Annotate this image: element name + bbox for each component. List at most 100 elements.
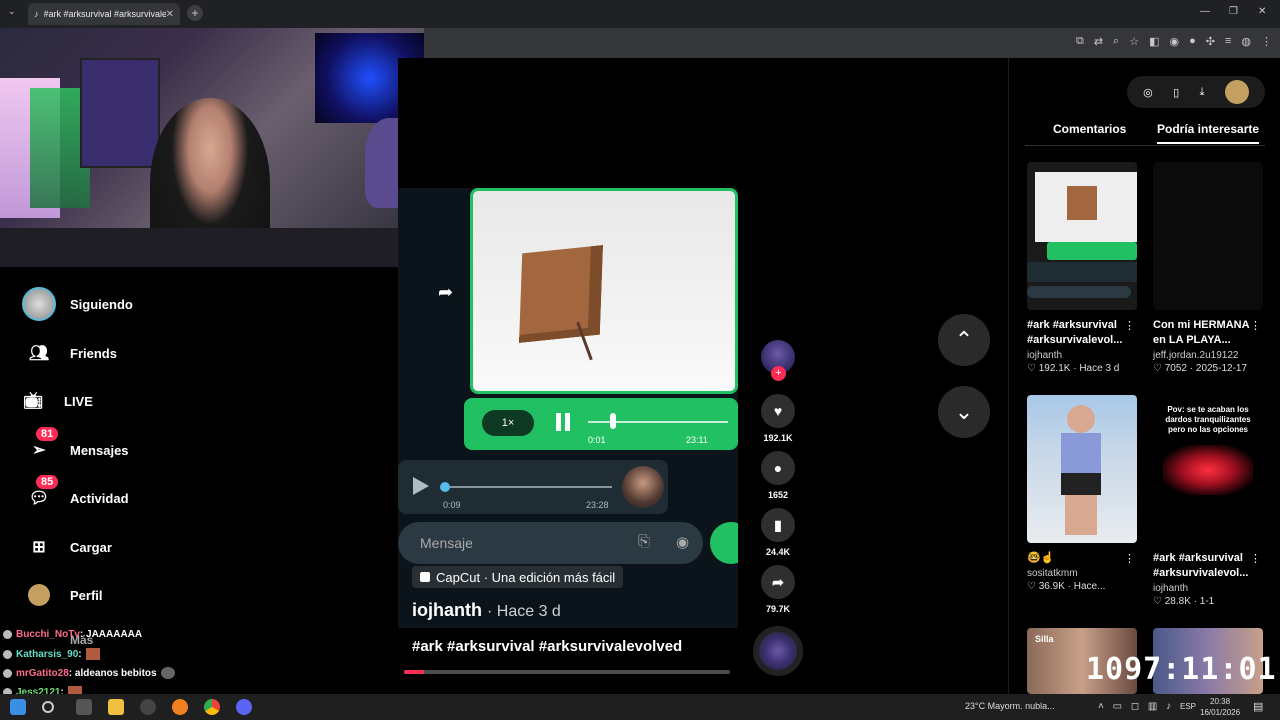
- cam-desk: [0, 228, 424, 267]
- download-icon[interactable]: ⤓: [1200, 86, 1205, 99]
- extension-icon[interactable]: ◉: [1169, 35, 1179, 48]
- chat-message: Bucchi_NoTv : JAAAAAAA: [3, 629, 142, 640]
- extensions-puzzle-icon[interactable]: ✣: [1206, 35, 1215, 48]
- taskbar-clock[interactable]: 20:38 16/01/2026: [1200, 696, 1240, 718]
- phone-icon[interactable]: ▯: [1173, 86, 1179, 99]
- tab-comentarios[interactable]: Comentarios: [1053, 122, 1126, 136]
- minimize-button[interactable]: —: [1200, 6, 1210, 17]
- chat-text: : aldeanos bebitos: [68, 667, 157, 679]
- span: [28, 584, 50, 606]
- discord-icon[interactable]: [236, 699, 252, 715]
- video-player[interactable]: ➦ 23:11 1× 0:01 23:11 0:09 23:28 Mensaje…: [398, 58, 738, 678]
- cam-poster: [80, 58, 160, 168]
- panel-tabs: Comentarios Podría interesarte: [1025, 118, 1265, 146]
- app-icon[interactable]: [140, 699, 156, 715]
- nav-item-friends[interactable]: 👥︎ Friends: [22, 336, 117, 370]
- browser-tab[interactable]: ♪ #ark #arksurvival #arksurvivalev ✕: [28, 3, 180, 25]
- card-more-icon[interactable]: ⋮: [1124, 552, 1135, 565]
- previous-video-button[interactable]: ⌃: [938, 314, 990, 366]
- recommended-card[interactable]: Con mi HERMANA en LA PLAYA... ⋮ jeff.jor…: [1153, 162, 1265, 374]
- nav-item-mensajes[interactable]: ➢ 81 Mensajes: [22, 427, 129, 467]
- save-count: 24.4K: [765, 547, 791, 557]
- comment-button[interactable]: ● 1652: [760, 451, 796, 500]
- card-meta: ♡ 28.8K · 1-1: [1153, 596, 1215, 607]
- nav-item-perfil[interactable]: Perfil: [22, 578, 103, 612]
- user-avatar[interactable]: [1224, 80, 1249, 104]
- explore-icon[interactable]: ◎: [1143, 86, 1153, 99]
- card-more-icon[interactable]: ⋮: [1124, 319, 1135, 332]
- card-title: #ark #arksurvival #arksurvivalevol...: [1027, 319, 1123, 346]
- tab-search-icon[interactable]: ⌄: [8, 6, 16, 17]
- extension-icon[interactable]: ◧: [1149, 35, 1159, 48]
- nav-item-cargar[interactable]: ⊞ Cargar: [22, 530, 112, 564]
- cardboard-box-image: [519, 245, 603, 343]
- div: [1065, 495, 1097, 535]
- like-button[interactable]: ♥ 192.1K: [760, 394, 796, 443]
- card-more-icon[interactable]: ⋮: [1250, 552, 1261, 565]
- notifications-icon[interactable]: ▤: [1253, 700, 1263, 713]
- save-button[interactable]: ▮ 24.4K: [760, 508, 796, 557]
- share-button[interactable]: ➦ 79.7K: [760, 565, 796, 614]
- video-author[interactable]: iojhanth · Hace 3 d: [412, 600, 561, 621]
- heart-icon: ♥: [761, 394, 795, 428]
- stream-chat-overlay: Bucchi_NoTv : JAAAAAAA Katharsis_90 : mr…: [0, 610, 240, 705]
- start-icon[interactable]: [10, 699, 26, 715]
- recommended-card[interactable]: Pov: se te acaban los dardos tranquiliza…: [1153, 395, 1265, 607]
- overwatch-icon[interactable]: [172, 699, 188, 715]
- card-user: iojhanth: [1153, 583, 1189, 594]
- search-icon[interactable]: [42, 701, 54, 713]
- recommended-card[interactable]: 🤓☝️ ⋮ sositatkmm ♡ 36.9K · Hace...: [1027, 395, 1139, 592]
- language-indicator[interactable]: ESP: [1180, 702, 1196, 711]
- voice-note-playing: 1× 0:01 23:11: [464, 398, 738, 450]
- chat-badge-icon: [3, 649, 12, 659]
- close-window-button[interactable]: ✕: [1258, 6, 1266, 17]
- zoom-icon[interactable]: ⌕: [1113, 35, 1119, 48]
- follow-plus-button[interactable]: +: [771, 366, 786, 381]
- translate-icon[interactable]: ⇄: [1094, 35, 1103, 48]
- task-view-icon[interactable]: [76, 699, 92, 715]
- tab-podria-interesarte[interactable]: Podría interesarte: [1157, 122, 1260, 144]
- extension-icon[interactable]: ●: [1189, 35, 1196, 48]
- system-tray-icons[interactable]: ˄ ▭ ◻ ▥ ♪: [1098, 701, 1174, 712]
- browser-menu-icon[interactable]: ⋮: [1261, 35, 1272, 48]
- chat-text: : JAAAAAAA: [79, 629, 143, 640]
- file-explorer-icon[interactable]: [108, 699, 124, 715]
- div: [1067, 405, 1095, 433]
- video-progress-bar[interactable]: [404, 670, 730, 674]
- card-thumbnail: Pov: se te acaban los dardos tranquiliza…: [1153, 395, 1263, 543]
- card-meta: ♡ 192.1K · Hace 3 d: [1027, 363, 1120, 374]
- maximize-button[interactable]: ❐: [1229, 6, 1238, 17]
- waveform: [588, 421, 728, 423]
- new-tab-button[interactable]: +: [187, 5, 203, 21]
- windows-taskbar: 23°C Mayorm. nubla... ˄ ▭ ◻ ▥ ♪ ESP 20:3…: [0, 694, 1280, 720]
- music-disc[interactable]: [753, 626, 803, 676]
- panel-toolbar: ◎ ▯ ⤓: [1127, 76, 1265, 108]
- reading-list-icon[interactable]: ≡: [1225, 35, 1231, 48]
- nav-item-actividad[interactable]: 💬︎ 85 Actividad: [22, 475, 129, 515]
- bookmark-star-icon[interactable]: ☆: [1129, 35, 1139, 48]
- browser-tabbar: ⌄ ♪ #ark #arksurvival #arksurvivalev ✕ +…: [0, 0, 1280, 28]
- weather-widget[interactable]: 23°C Mayorm. nubla...: [965, 701, 1055, 711]
- video-caption[interactable]: #ark #arksurvival #arksurvivalevolved: [412, 638, 682, 655]
- emote-icon: [160, 667, 175, 679]
- toolbar-icons: ⧉ ⇄ ⌕ ☆ ◧ ◉ ● ✣ ≡ ◍ ⋮: [1076, 35, 1272, 48]
- recommended-card[interactable]: #ark #arksurvival #arksurvivalevol... ⋮ …: [1027, 162, 1139, 374]
- waveform-thumb: [440, 482, 450, 492]
- install-icon[interactable]: ⧉: [1076, 35, 1084, 48]
- nav-item-live[interactable]: 📺︎ LIVE: [16, 384, 93, 418]
- chrome-icon[interactable]: [204, 699, 220, 715]
- card-overlay-text: Silla: [1035, 634, 1054, 644]
- tab-close-icon[interactable]: ✕: [166, 9, 174, 20]
- chat-message: Katharsis_90 :: [3, 648, 100, 660]
- next-video-button[interactable]: ⌄: [938, 386, 990, 438]
- nav-label: LIVE: [64, 393, 93, 409]
- card-more-icon[interactable]: ⋮: [1250, 319, 1261, 332]
- nav-item-siguiendo[interactable]: Siguiendo: [22, 287, 133, 321]
- profile-avatar-icon[interactable]: ◍: [1241, 35, 1251, 48]
- right-panel: ◎ ▯ ⤓ Comentarios Podría interesarte #ar…: [1008, 58, 1280, 694]
- capcut-anchor[interactable]: CapCut · Una edición más fácil: [412, 566, 624, 588]
- card-title: Con mi HERMANA en LA PLAYA...: [1153, 319, 1250, 346]
- attach-icon: ⎘: [638, 533, 651, 550]
- nav-label: Friends: [70, 345, 117, 361]
- tiktok-favicon-icon: ♪: [34, 9, 39, 19]
